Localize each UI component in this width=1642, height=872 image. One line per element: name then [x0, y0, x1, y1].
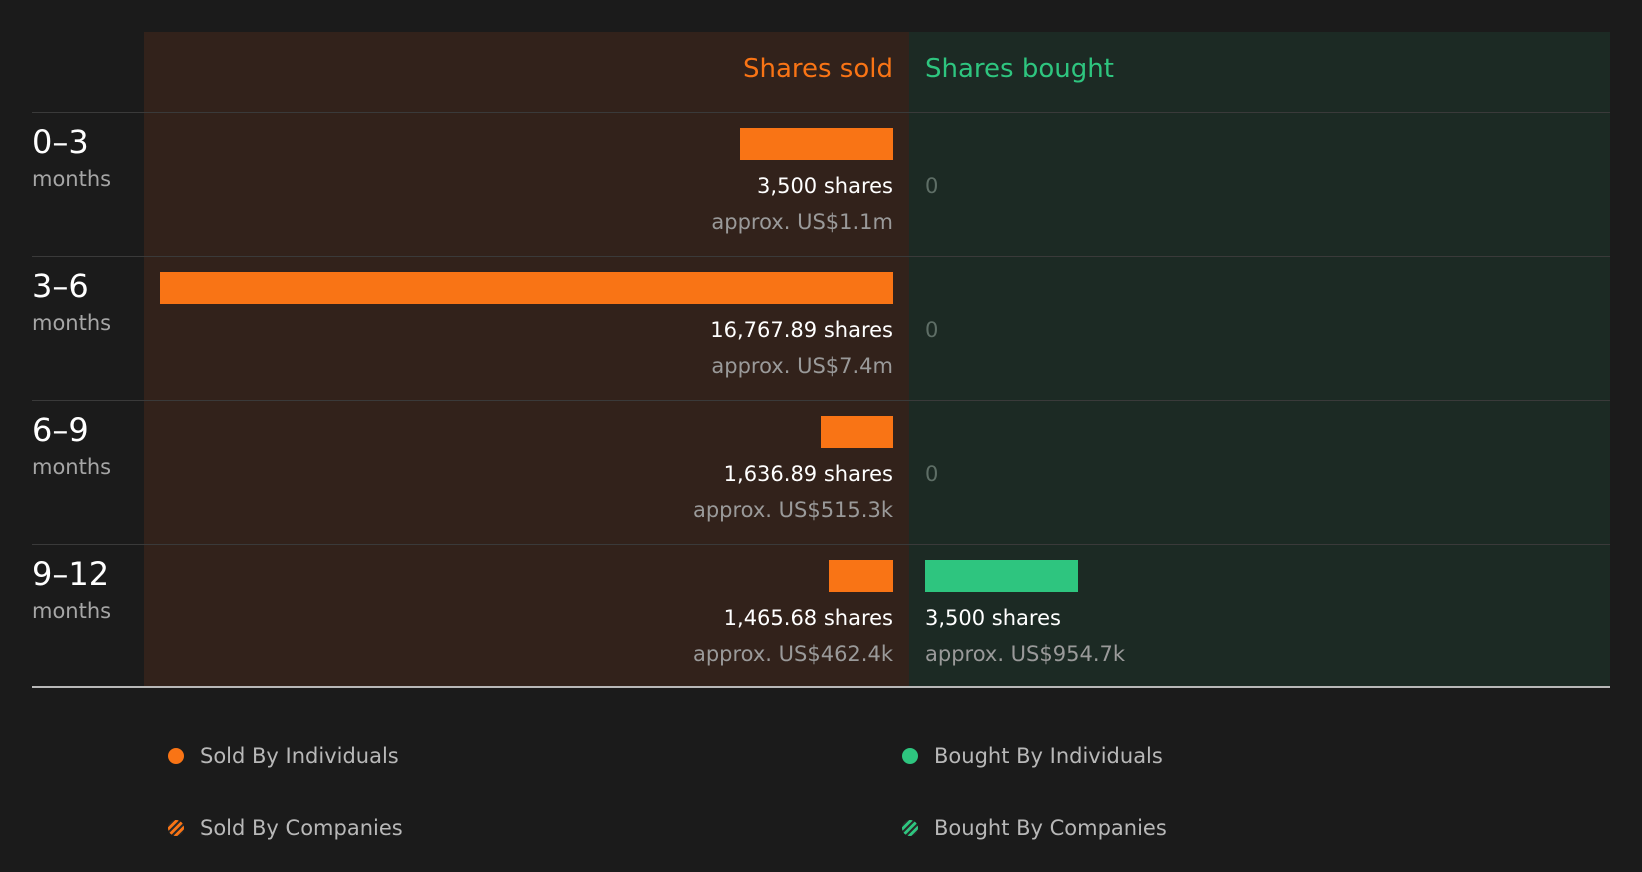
legend-item-bought-individuals: Bought By Individuals: [902, 744, 1163, 768]
legend-label: Bought By Companies: [934, 816, 1167, 840]
sold-shares-label: 1,465.68 shares: [723, 606, 893, 630]
bought-shares-label: 3,500 shares: [925, 606, 1061, 630]
legend-item-sold-individuals: Sold By Individuals: [168, 744, 399, 768]
period-unit: months: [32, 599, 112, 623]
sold-bar: [739, 128, 893, 160]
period-range: 6–9: [32, 411, 89, 449]
solid-green-dot-icon: [902, 748, 918, 764]
bought-bar: [925, 560, 1078, 592]
hatched-green-dot-icon: [902, 820, 918, 836]
sold-bar: [160, 272, 893, 304]
period-unit: months: [32, 167, 112, 191]
legend-label: Sold By Individuals: [200, 744, 399, 768]
bought-value-label: approx. US$954.7k: [925, 642, 1126, 666]
legend-label: Sold By Companies: [200, 816, 403, 840]
sold-value-label: approx. US$462.4k: [692, 642, 893, 666]
chart-row: 9–12 months 1,465.68 shares approx. US$462.…: [0, 544, 1642, 688]
shares-sold-header: Shares sold: [742, 54, 893, 84]
bought-zero-label: 0: [925, 174, 939, 198]
shares-bought-header: Shares bought: [925, 54, 1114, 84]
chart-row: 3–6 months 16,767.89 shares approx. US$7.4m…: [0, 256, 1642, 400]
hatched-orange-dot-icon: [168, 820, 184, 836]
period-label: 6–9 months: [32, 410, 111, 484]
period-range: 0–3: [32, 123, 89, 161]
sold-value-label: approx. US$515.3k: [692, 498, 893, 522]
legend-item-bought-companies: Bought By Companies: [902, 816, 1167, 840]
period-label: 9–12 months: [32, 554, 111, 628]
chart-row: 6–9 months 1,636.89 shares approx. US$515.3…: [0, 400, 1642, 544]
period-range: 9–12: [32, 555, 110, 593]
period-range: 3–6: [32, 267, 89, 305]
bought-zero-label: 0: [925, 318, 939, 342]
period-label: 0–3 months: [32, 122, 111, 196]
sold-value-label: approx. US$1.1m: [711, 210, 893, 234]
period-unit: months: [32, 455, 112, 479]
sold-value-label: approx. US$7.4m: [711, 354, 893, 378]
legend-item-sold-companies: Sold By Companies: [168, 816, 403, 840]
chart-row: 0–3 months 3,500 shares approx. US$1.1m 0: [0, 112, 1642, 256]
sold-bar: [821, 416, 893, 448]
period-label: 3–6 months: [32, 266, 111, 340]
sold-shares-label: 1,636.89 shares: [723, 462, 893, 486]
sold-shares-label: 3,500 shares: [757, 174, 893, 198]
sold-shares-label: 16,767.89 shares: [710, 318, 893, 342]
legend-label: Bought By Individuals: [934, 744, 1163, 768]
solid-orange-dot-icon: [168, 748, 184, 764]
period-unit: months: [32, 311, 112, 335]
sold-bar: [828, 560, 893, 592]
bought-zero-label: 0: [925, 462, 939, 486]
